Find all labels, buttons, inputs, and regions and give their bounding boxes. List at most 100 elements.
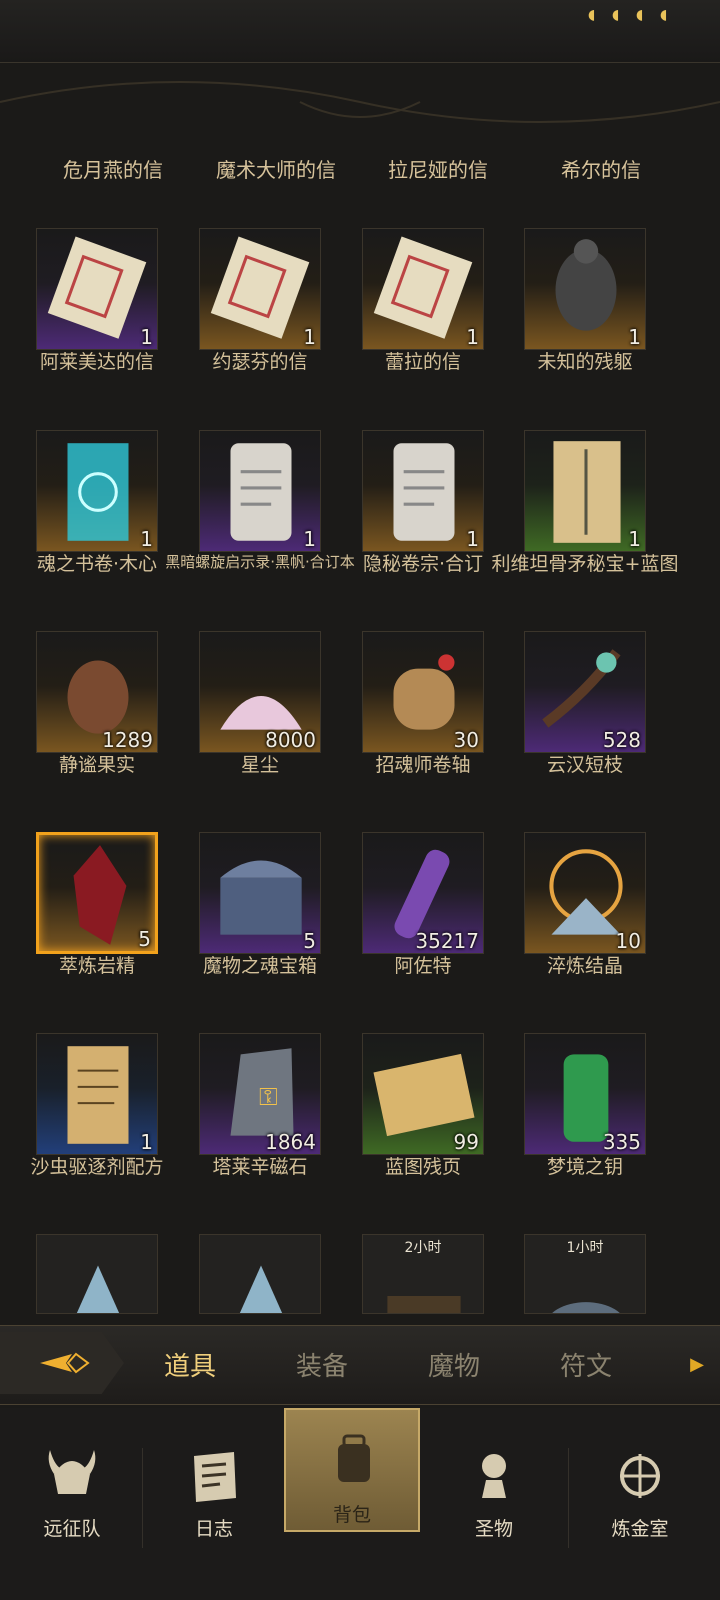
duck-icon: ◖ bbox=[588, 7, 596, 23]
item-count: 1 bbox=[628, 325, 641, 349]
decorative-ornament bbox=[0, 81, 720, 123]
top-status-bar: ◖ ◖ ◖ ◖ bbox=[0, 0, 720, 63]
item-count: 1864 bbox=[265, 1130, 316, 1154]
chevron-right-icon[interactable]: ▶ bbox=[690, 1354, 704, 1375]
inventory-item-partial[interactable]: 2小时 bbox=[326, 1234, 492, 1315]
item-count: 99 bbox=[453, 1130, 479, 1154]
inventory-item[interactable]: 1 黑暗螺旋启示录·黑帆·合订本 bbox=[163, 430, 355, 630]
inventory-item[interactable]: 35217 阿佐特 bbox=[326, 832, 492, 1032]
item-slot[interactable]: 5 bbox=[199, 832, 321, 954]
header-letter: 拉尼娅的信 bbox=[388, 158, 488, 182]
nav-label: 炼金室 bbox=[611, 1518, 669, 1540]
inventory-item[interactable]: 1 隐秘卷宗·合订 bbox=[326, 430, 492, 630]
item-count: 1 bbox=[466, 325, 479, 349]
inventory-item[interactable]: 1 蕾拉的信 bbox=[326, 228, 492, 428]
duck-indicators: ◖ ◖ ◖ ◖ bbox=[588, 8, 676, 22]
inventory-item[interactable]: 1 沙虫驱逐剂配方 bbox=[0, 1033, 166, 1233]
inventory-item[interactable]: 1 约瑟芬的信 bbox=[163, 228, 329, 428]
item-slot[interactable]: 1 bbox=[199, 430, 321, 552]
relic-icon bbox=[482, 1454, 506, 1498]
item-count: 8000 bbox=[265, 728, 316, 752]
item-count: 1289 bbox=[102, 728, 153, 752]
inventory-item[interactable]: 1289 静谧果实 bbox=[0, 631, 166, 831]
item-slot[interactable] bbox=[36, 1234, 158, 1314]
inventory-item[interactable]: 1 阿莱美达的信 bbox=[0, 228, 166, 428]
inventory-item-partial[interactable] bbox=[0, 1234, 166, 1315]
item-slot[interactable]: 1 bbox=[524, 228, 646, 350]
inventory-item-partial[interactable] bbox=[163, 1234, 329, 1315]
item-slot[interactable]: 30 bbox=[362, 631, 484, 753]
item-slot[interactable]: 2小时 bbox=[362, 1234, 484, 1314]
nav-label: 背包 bbox=[332, 1504, 371, 1526]
inventory-item[interactable]: 1 魂之书卷·木心 bbox=[0, 430, 166, 630]
tab-monsters[interactable]: 魔物 bbox=[428, 1346, 480, 1383]
item-slot[interactable]: 1 bbox=[199, 228, 321, 350]
item-slot[interactable]: 99 bbox=[362, 1033, 484, 1155]
item-slot[interactable]: 1 bbox=[36, 430, 158, 552]
inventory-item[interactable]: ⚿ 1864 塔莱辛磁石 bbox=[163, 1033, 329, 1233]
duck-icon: ◖ bbox=[612, 7, 620, 23]
item-count: 5 bbox=[138, 927, 151, 951]
item-slot[interactable]: 1 bbox=[524, 430, 646, 552]
item-slot[interactable] bbox=[199, 1234, 321, 1314]
inventory-item[interactable]: 335 梦境之钥 bbox=[488, 1033, 654, 1233]
collapse-button[interactable] bbox=[0, 1332, 124, 1394]
nav-label: 远征队 bbox=[43, 1518, 101, 1540]
item-name: 梦境之钥 bbox=[546, 1156, 623, 1178]
item-count: 1 bbox=[140, 1130, 153, 1154]
item-slot[interactable]: 528 bbox=[524, 631, 646, 753]
nav-backpack[interactable]: 背包 bbox=[284, 1408, 420, 1532]
inventory-item[interactable]: 10 淬炼结晶 bbox=[488, 832, 654, 1032]
inventory-item[interactable]: 1 利维坦骨矛秘宝+蓝图 bbox=[488, 430, 678, 630]
item-slot[interactable]: 1 bbox=[36, 228, 158, 350]
item-count: 5 bbox=[303, 929, 316, 953]
item-slot[interactable]: 1289 bbox=[36, 631, 158, 753]
alchemy-icon bbox=[620, 1454, 660, 1498]
inventory-item[interactable]: 5 萃炼岩精 bbox=[0, 832, 166, 1032]
item-slot[interactable]: 10 bbox=[524, 832, 646, 954]
header-letter: 魔术大师的信 bbox=[216, 158, 336, 182]
inventory-item[interactable]: 528 云汉短枝 bbox=[488, 631, 654, 831]
inventory-item[interactable]: 8000 星尘 bbox=[163, 631, 329, 831]
nav-label: 圣物 bbox=[474, 1518, 513, 1540]
item-count: 10 bbox=[615, 929, 641, 953]
inventory-item[interactable]: 99 蓝图残页 bbox=[326, 1033, 492, 1233]
nav-expedition[interactable]: 远征队 bbox=[4, 1438, 140, 1550]
item-slot[interactable]: 8000 bbox=[199, 631, 321, 753]
tab-equipment[interactable]: 装备 bbox=[296, 1346, 348, 1383]
inventory-item-partial[interactable]: 1小时 bbox=[488, 1234, 654, 1315]
item-slot[interactable]: 335 bbox=[524, 1033, 646, 1155]
item-count: 1 bbox=[140, 527, 153, 551]
item-timer: 1小时 bbox=[566, 1240, 604, 1256]
inventory-item[interactable]: 30 招魂师卷轴 bbox=[326, 631, 492, 831]
item-slot[interactable]: 1 bbox=[362, 430, 484, 552]
divider bbox=[568, 1448, 569, 1548]
nav-journal[interactable]: 日志 bbox=[146, 1438, 282, 1550]
nav-relics[interactable]: 圣物 bbox=[426, 1438, 562, 1550]
item-count: 30 bbox=[453, 728, 479, 752]
item-name: 淬炼结晶 bbox=[546, 955, 623, 977]
journal-icon bbox=[194, 1452, 236, 1502]
item-slot[interactable]: 1 bbox=[362, 228, 484, 350]
item-timer: 2小时 bbox=[404, 1240, 442, 1256]
item-slot[interactable]: 1小时 bbox=[524, 1234, 646, 1314]
item-count: 1 bbox=[628, 527, 641, 551]
item-slot[interactable]: ⚿ 1864 bbox=[199, 1033, 321, 1155]
tab-items[interactable]: 道具 bbox=[164, 1346, 216, 1383]
item-slot[interactable]: 35217 bbox=[362, 832, 484, 954]
category-tabs: 道具 装备 魔物 符文 ▶ bbox=[0, 1325, 720, 1405]
item-name: 云汉短枝 bbox=[546, 754, 623, 776]
backpack-icon bbox=[338, 1434, 370, 1482]
item-slot[interactable]: 5 bbox=[36, 832, 158, 954]
divider bbox=[142, 1448, 143, 1548]
duck-icon: ◖ bbox=[660, 7, 668, 23]
item-slot[interactable]: 1 bbox=[36, 1033, 158, 1155]
inventory-item[interactable]: 1 未知的残躯 bbox=[488, 228, 654, 428]
inventory-grid: 危月燕的信 魔术大师的信 拉尼娅的信 希尔的信 1 阿莱美达的信 1 约瑟芬的信 1 蕾拉… bbox=[0, 140, 720, 1315]
tab-runes[interactable]: 符文 bbox=[560, 1346, 612, 1383]
nav-alchemy[interactable]: 炼金室 bbox=[572, 1438, 708, 1550]
item-count: 335 bbox=[602, 1130, 641, 1154]
inventory-item[interactable]: 5 魔物之魂宝箱 bbox=[163, 832, 329, 1032]
item-count: 528 bbox=[602, 728, 641, 752]
item-count: 1 bbox=[140, 325, 153, 349]
